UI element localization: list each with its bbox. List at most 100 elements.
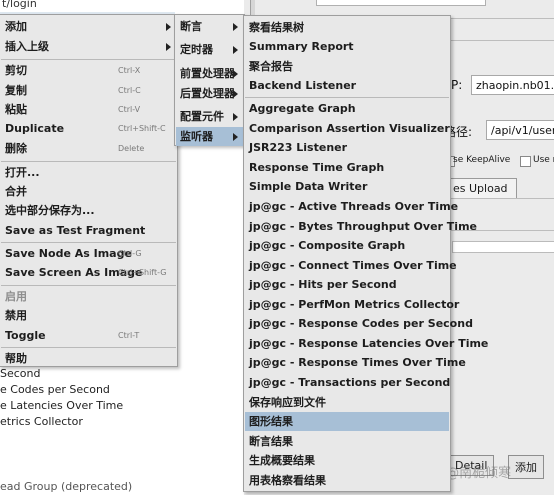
menu-item-label: 前置处理器	[180, 67, 235, 80]
path-field[interactable]: /api/v1/user/lo	[486, 120, 554, 140]
menu-separator	[1, 285, 176, 286]
menu-item-label: 启用	[5, 290, 27, 303]
listener-item-summary-report[interactable]: Summary Report	[245, 37, 449, 56]
menu-item-save-screen-image[interactable]: Save Screen As Image Ctrl+Shift-G	[1, 263, 176, 282]
menu-item-label: 插入上级	[5, 40, 49, 53]
listener-item-composite-graph[interactable]: jp@gc - Composite Graph	[245, 236, 449, 255]
menu-item-label: 合并	[5, 185, 27, 198]
submenu-arrow-icon	[233, 70, 238, 78]
listener-item-connect-times[interactable]: jp@gc - Connect Times Over Time	[245, 256, 457, 275]
tab-files-upload[interactable]: es Upload	[444, 178, 517, 199]
submenu-item-assertion[interactable]: 断言	[176, 17, 243, 36]
listener-item-bytes-throughput[interactable]: jp@gc - Bytes Throughput Over Time	[245, 217, 477, 236]
submenu-item-listener[interactable]: 监听器	[176, 127, 243, 146]
use-checkbox[interactable]	[520, 156, 531, 167]
server-ip-field[interactable]: zhaopin.nb01.info	[471, 75, 554, 95]
menu-item-toggle[interactable]: Toggle Ctrl-T	[1, 326, 176, 345]
listener-submenu: 察看结果树 Summary Report 聚合报告 Backend Listen…	[243, 15, 488, 492]
menu-separator	[1, 242, 176, 243]
listener-item-generate-summary[interactable]: 生成概要结果	[245, 451, 449, 470]
menu-item-copy[interactable]: 复制 Ctrl-C	[1, 81, 176, 100]
listener-item-view-results-table[interactable]: 用表格察看结果	[245, 471, 449, 490]
tree-path-label: t/login	[2, 0, 37, 10]
listener-item-transactions-per-second[interactable]: jp@gc - Transactions per Second	[245, 373, 450, 392]
menu-item-label: 断言	[180, 20, 202, 33]
menu-item-label: 禁用	[5, 309, 27, 322]
menu-item-shortcut: Ctrl-T	[118, 331, 140, 340]
tree-item[interactable]: etrics Collector	[0, 415, 83, 428]
menu-item-label: 选中部分保存为...	[5, 204, 95, 217]
listener-item-jsr223[interactable]: JSR223 Listener	[245, 138, 449, 157]
divider	[434, 40, 554, 41]
params-table	[452, 241, 554, 253]
listener-item-simple-data-writer[interactable]: Simple Data Writer	[245, 177, 449, 196]
listener-item-aggregate-graph[interactable]: Aggregate Graph	[245, 99, 449, 118]
menu-item-shortcut: Ctrl+Shift-C	[118, 124, 166, 133]
menu-item-shortcut: Ctrl-X	[118, 66, 141, 75]
menu-item-open[interactable]: 打开...	[1, 163, 176, 182]
menu-item-cut[interactable]: 剪切 Ctrl-X	[1, 61, 176, 80]
menu-item-merge[interactable]: 合并	[1, 182, 176, 201]
listener-item-view-results-tree[interactable]: 察看结果树	[245, 18, 449, 37]
tree-item[interactable]: ead Group (deprecated)	[0, 480, 132, 493]
submenu-item-pre-processor[interactable]: 前置处理器	[176, 64, 243, 83]
submenu-arrow-icon	[233, 133, 238, 141]
menu-item-label: Toggle	[5, 329, 46, 342]
add-button[interactable]: 添加	[508, 455, 544, 479]
listener-item-perfmon-collector[interactable]: jp@gc - PerfMon Metrics Collector	[245, 295, 459, 314]
menu-separator	[1, 161, 176, 162]
tree-item[interactable]: e Codes per Second	[0, 383, 110, 396]
menu-item-label: 定时器	[180, 43, 213, 56]
menu-item-insert-parent[interactable]: 插入上级	[1, 37, 176, 56]
menu-item-delete[interactable]: 删除 Delete	[1, 139, 176, 158]
submenu-item-config-element[interactable]: 配置元件	[176, 107, 243, 126]
menu-item-shortcut: Ctrl-C	[118, 86, 141, 95]
submenu-arrow-icon	[233, 23, 238, 31]
menu-item-label: 配置元件	[180, 110, 224, 123]
listener-item-response-latencies[interactable]: jp@gc - Response Latencies Over Time	[245, 334, 488, 353]
listener-item-assertion-results[interactable]: 断言结果	[245, 432, 449, 451]
tree-item[interactable]: Second	[0, 367, 40, 380]
menu-item-label: 添加	[5, 20, 27, 33]
menu-item-duplicate[interactable]: Duplicate Ctrl+Shift-C	[1, 119, 176, 138]
server-ip-label: P:	[451, 78, 463, 92]
top-field[interactable]	[316, 0, 486, 6]
menu-item-add[interactable]: 添加	[1, 17, 176, 36]
use-label: Use r	[533, 155, 554, 165]
submenu-item-post-processor[interactable]: 后置处理器	[176, 84, 243, 103]
context-menu: 添加 插入上级 剪切 Ctrl-X 复制 Ctrl-C 粘贴 Ctrl-V Dupli…	[0, 14, 178, 367]
menu-separator	[245, 97, 449, 98]
menu-item-enable: 启用	[1, 287, 176, 306]
listener-item-save-responses[interactable]: 保存响应到文件	[245, 393, 449, 412]
submenu-item-timer[interactable]: 定时器	[176, 40, 243, 59]
menu-item-disable[interactable]: 禁用	[1, 306, 176, 325]
submenu-arrow-icon	[233, 90, 238, 98]
menu-item-paste[interactable]: 粘贴 Ctrl-V	[1, 100, 176, 119]
listener-item-response-time-graph[interactable]: Response Time Graph	[245, 158, 449, 177]
listener-item-graph-results[interactable]: 图形结果	[245, 412, 449, 431]
listener-item-active-threads[interactable]: jp@gc - Active Threads Over Time	[245, 197, 458, 216]
listener-item-backend-listener[interactable]: Backend Listener	[245, 76, 449, 95]
tree-item[interactable]: e Latencies Over Time	[0, 399, 123, 412]
listener-item-aggregate-report[interactable]: 聚合报告	[245, 57, 449, 76]
listener-item-response-times[interactable]: jp@gc - Response Times Over Time	[245, 353, 466, 372]
listener-item-hits-per-second[interactable]: jp@gc - Hits per Second	[245, 275, 449, 294]
menu-item-label: 删除	[5, 142, 27, 155]
menu-item-label: Save Node As Image	[5, 247, 132, 260]
submenu-arrow-icon	[233, 113, 238, 121]
listener-item-response-codes[interactable]: jp@gc - Response Codes per Second	[245, 314, 473, 333]
keepalive-label: se KeepAlive	[453, 155, 511, 165]
menu-item-label: Duplicate	[5, 122, 65, 135]
menu-item-save-selection[interactable]: 选中部分保存为...	[1, 201, 176, 220]
menu-item-save-node-image[interactable]: Save Node As Image Ctrl-G	[1, 244, 176, 263]
menu-item-shortcut: Ctrl-G	[118, 249, 142, 258]
listener-item-comparison-assertion[interactable]: Comparison Assertion Visualizer	[245, 119, 450, 138]
menu-item-help[interactable]: 帮助	[1, 349, 176, 368]
menu-item-label: 帮助	[5, 352, 27, 365]
menu-separator	[1, 347, 176, 348]
menu-separator	[1, 59, 176, 60]
menu-item-label: Save as Test Fragment	[5, 224, 146, 237]
menu-item-save-test-fragment[interactable]: Save as Test Fragment	[1, 221, 176, 240]
menu-item-label: 后置处理器	[180, 87, 235, 100]
menu-item-shortcut: Ctrl+Shift-G	[118, 268, 167, 277]
